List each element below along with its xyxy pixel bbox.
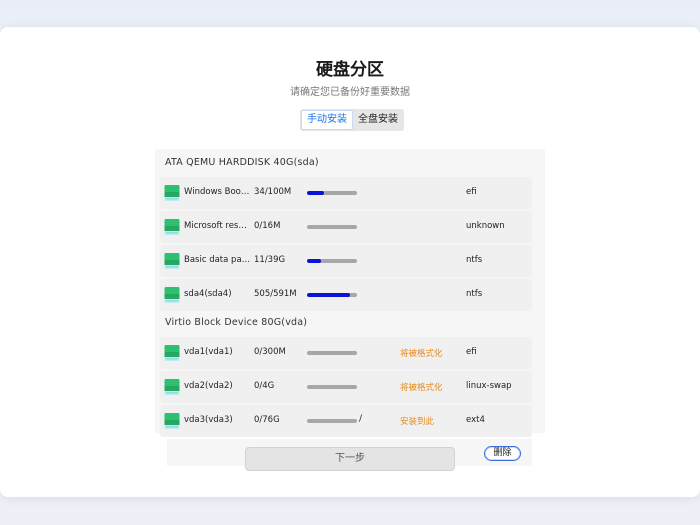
partition-row[interactable]: vda1(vda1) 0/300M 将被格式化 efi [160,337,532,369]
filesystem-type: efi [466,347,477,357]
usage-fill [307,191,324,195]
page-title: 硬盘分区 [316,60,384,80]
partition-name: Basic data parti… [184,255,252,265]
partition-row[interactable]: Windows Boot … 34/100M efi [160,177,532,209]
partition-status: 安装到此 [400,417,435,427]
disk-partition-icon [164,345,180,361]
partition-row[interactable]: vda3(vda3) 0/76G / 安装到此 ext4 [160,405,532,437]
filesystem-type: ext4 [466,415,485,425]
page-subtitle: 请确定您已备份好重要数据 [290,87,410,98]
partition-name: sda4(sda4) [184,289,232,299]
partition-size: 11/39G [254,255,286,265]
disk-partition-icon [164,287,180,303]
filesystem-type: efi [466,187,477,197]
filesystem-type: unknown [466,221,505,231]
disk-partition-icon [164,253,180,269]
partition-name: Microsoft reserv… [184,221,252,231]
partition-row[interactable]: Basic data parti… 11/39G ntfs [160,245,532,277]
partition-size: 0/16M [254,221,281,231]
delete-button[interactable]: 删除 [484,446,521,461]
partition-status: 将被格式化 [400,383,443,393]
usage-fill [307,293,350,297]
partition-row[interactable]: sda4(sda4) 505/591M ntfs [160,279,532,311]
filesystem-type: ntfs [466,289,483,299]
disk-partition-icon [164,185,180,201]
tab-manual-install[interactable]: 手动安装 [301,110,353,130]
partition-name: vda2(vda2) [184,381,233,391]
installer-window: 硬盘分区 请确定您已备份好重要数据 手动安装 全盘安装 ATA QEMU HAR… [0,27,700,497]
partition-name: vda3(vda3) [184,415,233,425]
partition-row[interactable]: vda2(vda2) 0/4G 将被格式化 linux-swap [160,371,532,403]
disk-header: ATA QEMU HARDDISK 40G(sda) [165,157,319,168]
mount-point: / [359,414,363,424]
filesystem-type: linux-swap [466,381,512,391]
partition-size: 0/4G [254,381,275,391]
usage-bar [307,385,357,389]
partition-name: Windows Boot … [184,187,252,197]
disk-partition-icon [164,379,180,395]
disk-partition-icon [164,219,180,235]
tab-full-disk-install[interactable]: 全盘安装 [353,110,403,130]
filesystem-type: ntfs [466,255,483,265]
next-step-button[interactable]: 下一步 [245,447,455,471]
disk-header: Virtio Block Device 80G(vda) [165,317,308,328]
usage-bar [307,351,357,355]
usage-bar [307,225,357,229]
partition-name: vda1(vda1) [184,347,233,357]
partition-size: 0/300M [254,347,286,357]
partition-status: 将被格式化 [400,349,443,359]
partition-size: 0/76G [254,415,280,425]
usage-bar [307,259,357,263]
install-mode-tabs: 手动安装 全盘安装 [300,109,404,131]
usage-bar [307,293,357,297]
partition-row[interactable]: Microsoft reserv…0/16M unknown [160,211,532,243]
partition-size: 505/591M [254,289,297,299]
partition-panel: ATA QEMU HARDDISK 40G(sda) Windows Boot …… [155,149,545,437]
disk-partition-icon [164,413,180,429]
usage-fill [307,259,321,263]
usage-bar [307,191,357,195]
usage-bar [307,419,357,423]
partition-size: 34/100M [254,187,292,197]
